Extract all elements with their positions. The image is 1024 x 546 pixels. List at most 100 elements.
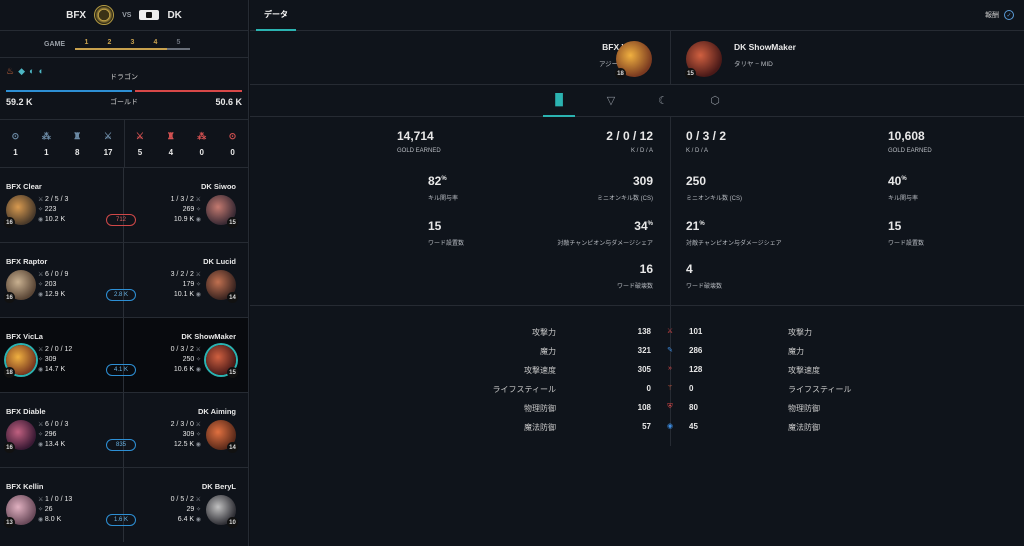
attr-label: 物理防御: [788, 404, 820, 413]
champion-portrait: 14: [206, 420, 238, 453]
cs: 179: [182, 281, 195, 288]
game-tab-1[interactable]: 1: [75, 39, 98, 50]
champion-portrait: 14: [206, 270, 238, 303]
game-tab-5[interactable]: 5: [167, 39, 190, 50]
kill-icon: ⚔: [135, 130, 144, 141]
gold: 10.6 K: [173, 366, 195, 373]
gold-left: 59.2 K: [6, 97, 33, 107]
item-icon[interactable]: ⬡: [699, 85, 731, 117]
left-dmg-key: 対敵チャンピオン与ダメージシェア: [557, 241, 653, 247]
kda: 2 / 3 / 0: [170, 421, 194, 428]
damage-icon[interactable]: ☾: [647, 85, 679, 117]
player-name: DK Aiming: [197, 407, 236, 416]
attr-label: 物理防御: [524, 404, 556, 413]
gold: 13.4 K: [44, 441, 66, 448]
level-badge: 15: [685, 68, 696, 79]
attr-right-value: 80: [689, 403, 698, 412]
champion-portrait: 16: [4, 420, 36, 453]
right-kda-key: K / D / A: [686, 148, 709, 154]
left-kda-value: 2 / 0 / 12: [606, 129, 653, 143]
level-badge: 16: [4, 442, 15, 453]
attr-label: ライフスティール: [492, 385, 556, 394]
left-wardkill-value: 16: [639, 262, 653, 276]
right-player-portrait: 15: [685, 41, 722, 79]
percent-sign: %: [647, 221, 653, 227]
magic-resist-icon: ◉: [666, 423, 674, 430]
level-badge: 14: [227, 292, 238, 303]
kda: 2 / 0 / 12: [45, 346, 73, 353]
champion-portrait: 18: [4, 345, 36, 378]
level-badge: 15: [227, 367, 238, 378]
right-cs-key: ミニオンキル数 (CS): [686, 196, 742, 202]
right-player-name: DK ShowMaker: [734, 42, 796, 52]
player-name: DK BeryL: [201, 482, 236, 491]
check-circle-icon: ✓: [1004, 10, 1014, 20]
kda: 1 / 3 / 2: [170, 196, 194, 203]
obj-right-tower: 0: [230, 147, 235, 157]
level-badge: 18: [615, 68, 626, 79]
obj-right-kills: 5: [137, 147, 143, 157]
attribute-compare: 攻撃力 138 ⚔ 101 攻撃力 魔力 321 ✎ 286 魔力 攻撃速度 305» 128 攻撃速…: [250, 306, 1024, 545]
cs: 269: [182, 206, 195, 213]
matchup-row[interactable]: BFX Raptor DK Lucid 16 ⚔ 6 / 0 / 9 ✧ 203 ◉…: [0, 242, 248, 317]
attr-label: 魔力: [540, 347, 556, 356]
level-badge: 16: [4, 217, 15, 228]
gold-diff-badge: 1.6 K: [106, 514, 136, 526]
armor-icon: ⛨: [667, 403, 673, 410]
champion-portrait: 15: [206, 345, 238, 378]
game-tab-2[interactable]: 2: [98, 39, 121, 50]
match-header: BFX VS DK: [0, 0, 248, 31]
cs: 309: [182, 431, 195, 438]
attr-right-value: 101: [689, 327, 703, 336]
vs-label: VS: [122, 11, 132, 19]
game-tab-3[interactable]: 3: [121, 39, 144, 50]
left-dmg-value: 34: [634, 219, 648, 233]
baron-icon: ⁂: [197, 130, 207, 141]
player-name: DK Lucid: [203, 257, 236, 266]
left-gold-key: GOLD EARNED: [397, 148, 441, 154]
rune-icon[interactable]: ▽: [595, 85, 627, 117]
obj-left-inhibitor: 8: [74, 147, 80, 157]
attack-damage-icon: ⚔: [666, 328, 674, 335]
champion-portrait: 16: [4, 195, 36, 228]
kda: 3 / 2 / 2: [170, 271, 194, 278]
player-name: BFX Clear: [6, 182, 42, 191]
attribute-row: ライフスティール 0 ⚚ 0 ライフスティール: [250, 384, 1024, 403]
left-kda-key: K / D / A: [630, 148, 653, 154]
attr-label: 攻撃速度: [524, 366, 556, 375]
attr-label: 魔法防御: [524, 423, 556, 432]
gold: 12.5 K: [173, 441, 195, 448]
matchup-row[interactable]: BFX Kellin DK BeryL 13 ⚔ 1 / 0 / 13 ✧ 26 ◉…: [0, 467, 248, 542]
percent-sign: %: [441, 176, 447, 182]
dragon-label: ドラゴン: [110, 74, 138, 81]
right-kda-value: 0 / 3 / 2: [686, 129, 727, 143]
level-badge: 16: [4, 292, 15, 303]
matchup-row[interactable]: BFX Clear DK Siwoo 16 ⚔ 2 / 5 / 3 ✧ 223 ◉ …: [0, 167, 248, 242]
gold-right: 50.6 K: [215, 97, 242, 107]
left-ward-key: ワード設置数: [428, 241, 465, 247]
attr-label: ライフスティール: [788, 385, 852, 394]
attr-label: 攻撃力: [788, 328, 812, 337]
gold-diff-badge: 835: [106, 439, 136, 451]
game-tab-4[interactable]: 4: [144, 39, 167, 50]
tower-icon: ⊙: [11, 130, 20, 141]
left-cs-key: ミニオンキル数 (CS): [597, 196, 653, 202]
right-kp-value: 40: [888, 174, 902, 188]
kda: 1 / 0 / 13: [45, 496, 73, 503]
stat-category-tabs: ▐▌ ▽ ☾ ⬡: [250, 85, 1024, 117]
gold: 10.2 K: [44, 216, 66, 223]
percent-sign: %: [699, 221, 705, 227]
life-steal-icon: ⚚: [666, 385, 674, 392]
player-name: BFX Raptor: [6, 257, 48, 266]
attr-label: 攻撃速度: [788, 366, 820, 375]
tab-data[interactable]: データ: [256, 0, 296, 31]
matchup-row-selected[interactable]: BFX VicLa DK ShowMaker 18 ⚔ 2 / 0 / 12 ✧ …: [0, 317, 248, 392]
report-button[interactable]: 報酬 ✓: [985, 10, 1014, 20]
stats-chart-icon[interactable]: ▐▌: [543, 85, 575, 117]
attr-left-value: 57: [642, 422, 651, 431]
matchup-row[interactable]: BFX Diable DK Aiming 16 ⚔ 6 / 0 / 3 ✧ 296…: [0, 392, 248, 467]
kda: 6 / 0 / 9: [45, 271, 69, 278]
sidebar: BFX VS DK GAME 1 2 3 4 5 ♨ ◆ ◐ ◐ ドラゴン 59…: [0, 0, 249, 546]
player-name: BFX Diable: [6, 407, 46, 416]
attr-left-value: 321: [637, 346, 651, 355]
